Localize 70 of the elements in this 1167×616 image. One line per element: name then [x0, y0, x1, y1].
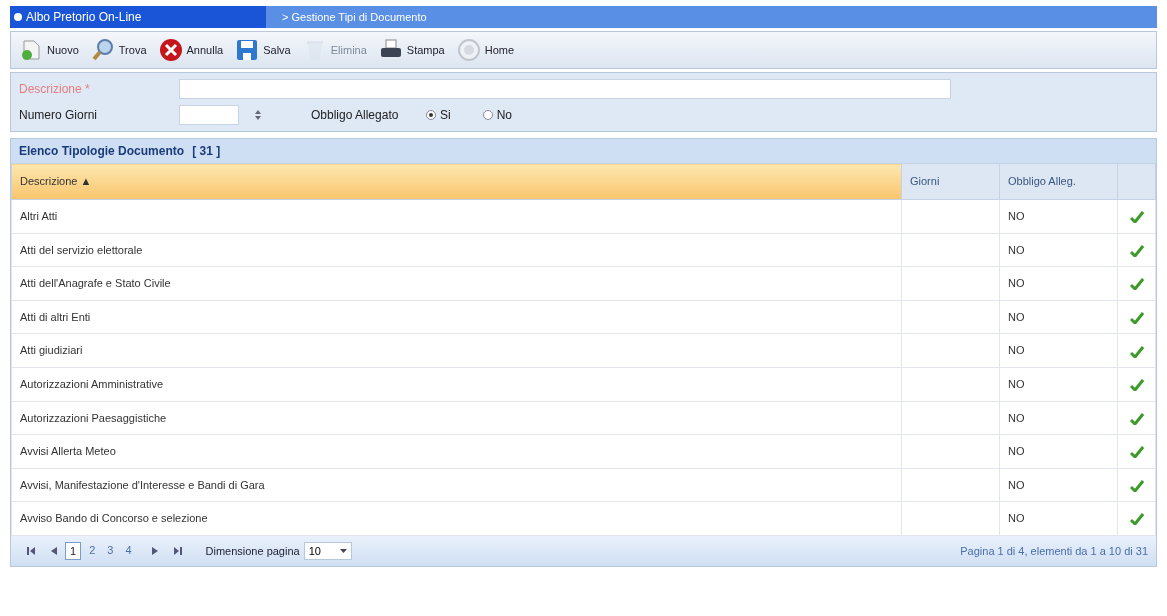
check-icon[interactable] — [1129, 244, 1144, 257]
radio-button[interactable] — [426, 110, 436, 120]
check-icon[interactable] — [1129, 412, 1144, 425]
last-page-button[interactable] — [173, 546, 182, 555]
check-icon[interactable] — [1129, 479, 1144, 492]
table-cell: Atti del servizio elettorale — [11, 233, 902, 267]
check-icon[interactable] — [1129, 345, 1144, 358]
table-cell: Atti giudiziari — [11, 333, 902, 368]
table-cell: Avvisi, Manifestazione d'Interesse e Bandi di Gara — [11, 468, 902, 502]
table-cell: Atti dell'Anagrafe e Stato Civile — [11, 266, 902, 301]
page-link[interactable]: 2 — [85, 541, 100, 561]
check-icon[interactable] — [1129, 211, 1144, 224]
toolbar-button[interactable]: Stampa — [378, 38, 445, 62]
table-cell: NO — [999, 468, 1118, 502]
grid-title: Elenco Tipologie Documento — [19, 143, 185, 160]
page-icon — [19, 38, 43, 62]
next-page-button[interactable] — [151, 546, 158, 555]
record-count: [ 31 ] — [192, 143, 221, 160]
toolbar-button[interactable]: Annulla — [158, 38, 224, 62]
cancel-icon — [158, 38, 183, 62]
check-icon[interactable] — [1129, 513, 1144, 526]
check-icon[interactable] — [1129, 379, 1144, 392]
check-icon[interactable] — [1129, 446, 1144, 459]
circle-icon — [456, 38, 481, 62]
days-field[interactable] — [179, 105, 239, 125]
table-cell: Avviso Bando di Concorso e selezione — [11, 501, 902, 536]
radio-label: No — [496, 107, 512, 124]
page-link[interactable]: 4 — [121, 541, 136, 561]
spinner-icon[interactable] — [255, 110, 261, 120]
page-size-dropdown[interactable]: 10 — [303, 541, 352, 560]
table-cell: Atti di altri Enti — [11, 300, 902, 334]
table-cell: NO — [999, 199, 1118, 234]
page-link[interactable]: 1 — [65, 541, 82, 561]
description-field[interactable] — [179, 79, 951, 99]
search-icon — [90, 38, 115, 62]
field-label: Obbligo Allegato — [311, 107, 400, 124]
table-cell: NO — [999, 233, 1118, 267]
table-cell: NO — [999, 434, 1118, 469]
column-header[interactable]: Giorni — [901, 163, 1000, 200]
table-cell: NO — [999, 501, 1118, 536]
toolbar-button[interactable]: Nuovo — [19, 38, 79, 62]
field-label: Numero Giorni — [19, 107, 99, 124]
first-page-button[interactable] — [27, 546, 35, 555]
field-label: Descrizione * — [19, 81, 91, 98]
check-icon[interactable] — [1129, 278, 1144, 291]
table-cell: Avvisi Allerta Meteo — [11, 434, 902, 469]
toolbar-button[interactable]: Home — [456, 38, 515, 62]
column-header[interactable]: Descrizione ▲ — [11, 163, 902, 200]
page-link[interactable]: 3 — [103, 541, 118, 561]
toolbar-button[interactable]: Salva — [235, 38, 291, 62]
breadcrumb: > Gestione Tipi di Documento — [282, 9, 427, 25]
radio-label: Si — [440, 107, 451, 124]
table-cell: Autorizzazioni Paesaggistiche — [11, 401, 902, 435]
column-header[interactable]: Obbligo Alleg. — [999, 163, 1118, 200]
pager-summary: Pagina 1 di 4, elementi da 1 a 10 di 31 — [960, 543, 1148, 559]
table-cell: NO — [999, 333, 1118, 368]
app-title: Albo Pretorio On-Line — [26, 9, 142, 26]
table-cell: NO — [999, 401, 1118, 435]
save-icon — [235, 38, 260, 62]
table-cell: NO — [999, 266, 1118, 301]
check-icon[interactable] — [1129, 311, 1144, 324]
table-cell: NO — [999, 367, 1118, 402]
toolbar-button[interactable]: Trova — [90, 38, 147, 62]
table-cell: Autorizzazioni Amministrative — [11, 367, 902, 402]
radio-button[interactable] — [482, 110, 493, 120]
caret-icon — [339, 548, 347, 553]
previous-page-button[interactable] — [51, 546, 57, 555]
page-size-label: Dimensione pagina — [205, 543, 300, 559]
table-cell: Altri Atti — [11, 199, 902, 234]
table-cell: NO — [999, 300, 1118, 334]
